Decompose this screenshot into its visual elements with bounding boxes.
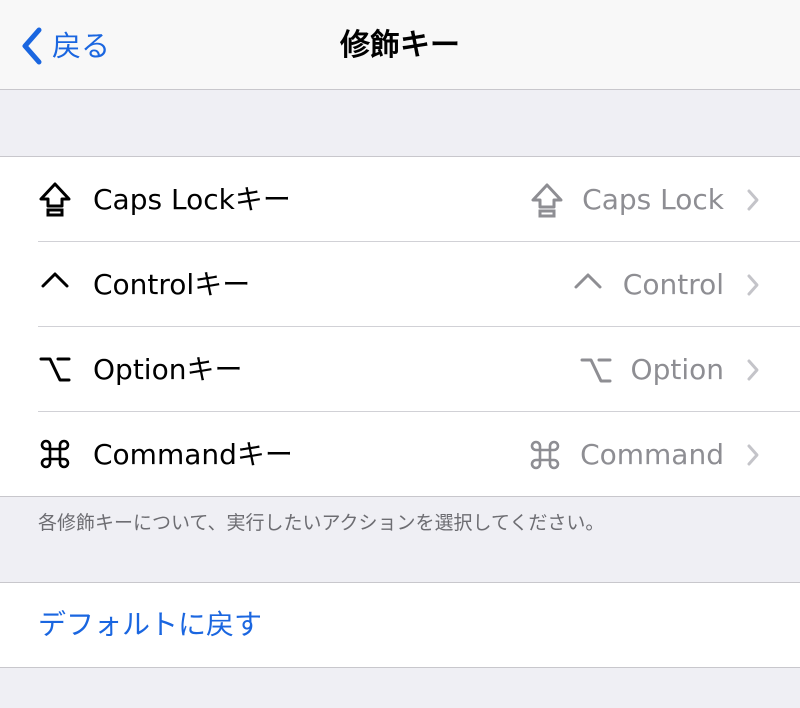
caps-lock-value-icon — [531, 183, 563, 217]
command-icon — [38, 434, 72, 474]
control-value-icon — [574, 273, 602, 288]
command-value: Command — [528, 412, 724, 497]
command-row[interactable]: Commandキー Command — [0, 412, 800, 497]
command-value-icon — [530, 440, 560, 469]
option-value-icon — [580, 358, 612, 382]
control-icon — [38, 264, 72, 304]
reset-to-default-button[interactable]: デフォルトに戻す — [38, 583, 262, 667]
caps-lock-icon — [38, 179, 72, 219]
option-label: Optionキー — [93, 353, 243, 386]
section-footnote: 各修飾キーについて、実行したいアクションを選択してください。 — [38, 512, 605, 534]
option-row[interactable]: Optionキー Option — [0, 327, 800, 412]
command-label: Commandキー — [93, 438, 293, 471]
page-title: 修飾キー — [340, 28, 460, 63]
option-icon — [38, 349, 72, 389]
caps-lock-value-text: Caps Lock — [582, 183, 724, 216]
caps-lock-label: Caps Lockキー — [93, 183, 291, 216]
option-value: Option — [579, 327, 724, 412]
command-value-text: Command — [580, 438, 724, 471]
chevron-right-icon — [747, 444, 759, 466]
control-value: Control — [571, 242, 724, 327]
chevron-right-icon — [747, 359, 759, 381]
option-value-text: Option — [630, 353, 724, 386]
control-label: Controlキー — [93, 268, 251, 301]
chevron-right-icon — [747, 274, 759, 296]
control-row[interactable]: Controlキー Control — [0, 242, 800, 327]
caps-lock-row[interactable]: Caps Lockキー Caps Lock — [0, 157, 800, 242]
navigation-bar: 戻る 修飾キー — [0, 0, 800, 90]
chevron-right-icon — [747, 189, 759, 211]
modifier-keys-list: Caps Lockキー Caps Lock Controlキー Control — [0, 156, 800, 497]
caps-lock-value: Caps Lock — [530, 157, 724, 242]
reset-section: デフォルトに戻す — [0, 582, 800, 668]
control-value-text: Control — [622, 268, 724, 301]
